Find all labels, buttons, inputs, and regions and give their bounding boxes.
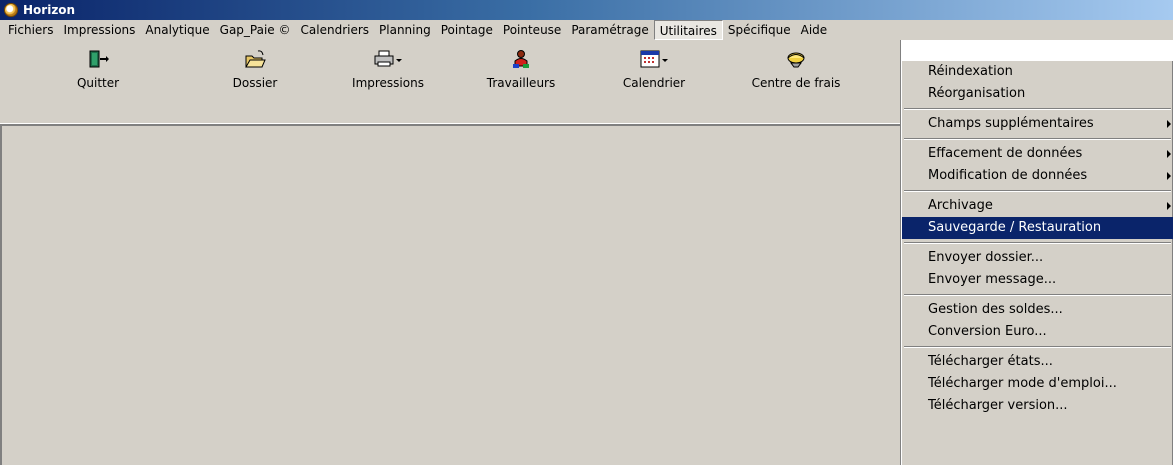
client-area — [0, 124, 900, 465]
menuitem-effacement-de-donnees[interactable]: Effacement de données — [902, 143, 1173, 165]
toolbar: Quitter Dossier Impressions Travailleurs — [0, 40, 900, 124]
menu-separator — [902, 343, 1173, 351]
workers-icon — [513, 50, 529, 68]
submenu-arrow-icon — [1167, 202, 1171, 210]
menu-utilitaires[interactable]: Utilitaires — [653, 20, 723, 40]
exit-door-icon — [89, 50, 109, 68]
horizon-app-icon[interactable] — [4, 3, 18, 17]
menu-separator — [902, 239, 1173, 247]
menu-gap-paie[interactable]: Gap_Paie © — [215, 20, 296, 40]
menuitem-reorganisation[interactable]: Réorganisation — [902, 83, 1173, 105]
menuitem-envoyer-dossier[interactable]: Envoyer dossier... — [902, 247, 1173, 269]
toolbar-button-dossier[interactable]: Dossier — [195, 46, 315, 90]
menu-planning[interactable]: Planning — [374, 20, 436, 40]
menuitem-champs-supplementaires[interactable]: Champs supplémentaires — [902, 113, 1173, 135]
menu-impressions[interactable]: Impressions — [58, 20, 140, 40]
menuitem-reindexation[interactable]: Réindexation — [902, 61, 1173, 83]
open-folder-icon — [245, 50, 266, 68]
menu-aide[interactable]: Aide — [796, 20, 833, 40]
menuitem-envoyer-message[interactable]: Envoyer message... — [902, 269, 1173, 291]
toolbar-label-centre-de-frais: Centre de frais — [751, 76, 841, 90]
utilitaires-dropdown-menu: Réindexation Réorganisation Champs suppl… — [901, 60, 1173, 465]
menu-parametrage[interactable]: Paramétrage — [566, 20, 653, 40]
menuitem-telecharger-mode-emploi[interactable]: Télécharger mode d'emploi... — [902, 373, 1173, 395]
toolbar-label-travailleurs: Travailleurs — [486, 76, 556, 90]
menu-calendriers[interactable]: Calendriers — [296, 20, 375, 40]
toolbar-label-impressions: Impressions — [352, 76, 424, 90]
menuitem-telecharger-etats[interactable]: Télécharger états... — [902, 351, 1173, 373]
menu-pointeuse[interactable]: Pointeuse — [498, 20, 566, 40]
toolbar-button-quitter[interactable]: Quitter — [38, 46, 158, 90]
toolbar-label-dossier: Dossier — [232, 76, 278, 90]
menuitem-modification-de-donnees[interactable]: Modification de données — [902, 165, 1173, 187]
window-title: Horizon — [23, 3, 76, 17]
calendar-icon — [640, 50, 668, 68]
printer-icon — [374, 50, 402, 67]
menu-specifique[interactable]: Spécifique — [723, 20, 796, 40]
cost-center-icon — [787, 52, 805, 68]
toolbar-label-calendrier: Calendrier — [622, 76, 686, 90]
toolbar-button-travailleurs[interactable]: Travailleurs — [461, 46, 581, 90]
menuitem-archivage[interactable]: Archivage — [902, 195, 1173, 217]
menu-separator — [902, 105, 1173, 113]
menu-separator — [902, 135, 1173, 143]
submenu-arrow-icon — [1167, 120, 1171, 128]
toolbar-button-centre-de-frais[interactable]: Centre de frais — [736, 46, 856, 90]
menu-analytique[interactable]: Analytique — [140, 20, 214, 40]
menuitem-sauvegarde-restauration[interactable]: Sauvegarde / Restauration — [902, 217, 1173, 239]
menu-separator — [902, 187, 1173, 195]
menu-fichiers[interactable]: Fichiers — [3, 20, 58, 40]
menuitem-conversion-euro[interactable]: Conversion Euro... — [902, 321, 1173, 343]
menu-bar: Fichiers Impressions Analytique Gap_Paie… — [0, 20, 1173, 40]
submenu-arrow-icon — [1167, 172, 1171, 180]
submenu-arrow-icon — [1167, 150, 1171, 158]
menuitem-telecharger-version[interactable]: Télécharger version... — [902, 395, 1173, 417]
menuitem-gestion-des-soldes[interactable]: Gestion des soldes... — [902, 299, 1173, 321]
toolbar-button-calendrier[interactable]: Calendrier — [594, 46, 714, 90]
menu-pointage[interactable]: Pointage — [436, 20, 498, 40]
toolbar-button-impressions[interactable]: Impressions — [328, 46, 448, 90]
title-bar: Horizon — [0, 0, 1173, 20]
toolbar-label-quitter: Quitter — [76, 76, 120, 90]
menu-separator — [902, 291, 1173, 299]
